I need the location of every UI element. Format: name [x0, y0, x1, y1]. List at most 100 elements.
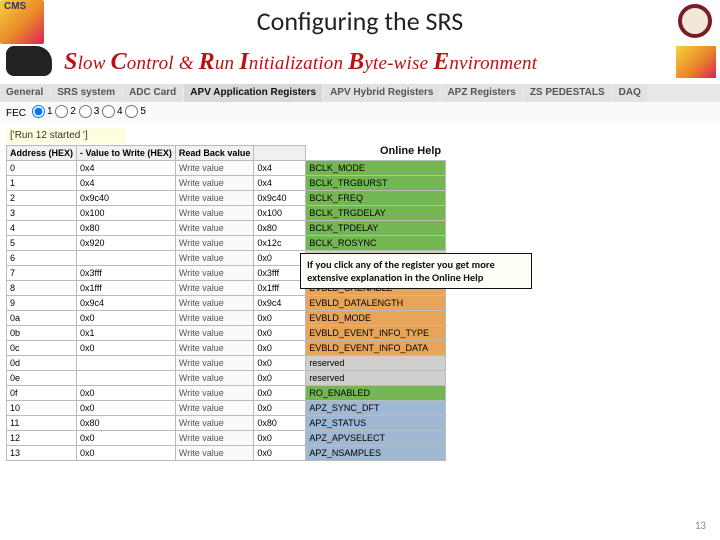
write-value-button[interactable]: Write value — [175, 356, 254, 371]
write-value-button[interactable]: Write value — [175, 236, 254, 251]
register-name-apz_apvselect[interactable]: APZ_APVSELECT — [306, 431, 446, 446]
cell-address: 2 — [7, 191, 77, 206]
cell-hex-value[interactable] — [77, 356, 176, 371]
table-row: 30x100Write value0x100BCLK_TRGDELAY — [7, 206, 446, 221]
university-seal-icon — [678, 4, 712, 38]
fec-option-3[interactable]: 3 — [79, 105, 100, 118]
write-value-button[interactable]: Write value — [175, 401, 254, 416]
cell-address: 5 — [7, 236, 77, 251]
register-name-bclk_trgburst[interactable]: BCLK_TRGBURST — [306, 176, 446, 191]
tab-apz-registers[interactable]: APZ Registers — [441, 84, 521, 102]
cell-readback: 0x0 — [254, 431, 306, 446]
cell-hex-value[interactable]: 0x1fff — [77, 281, 176, 296]
write-value-button[interactable]: Write value — [175, 416, 254, 431]
register-name-bclk_rosync[interactable]: BCLK_ROSYNC — [306, 236, 446, 251]
cms-logo-small-icon — [676, 46, 716, 78]
write-value-button[interactable]: Write value — [175, 176, 254, 191]
write-value-button[interactable]: Write value — [175, 161, 254, 176]
register-name-evbld_datalength[interactable]: EVBLD_DATALENGTH — [306, 296, 446, 311]
cell-readback: 0x9c4 — [254, 296, 306, 311]
table-row: 40x80Write value0x80BCLK_TPDELAY — [7, 221, 446, 236]
write-value-button[interactable]: Write value — [175, 206, 254, 221]
cell-hex-value[interactable]: 0x0 — [77, 341, 176, 356]
fec-option-1[interactable]: 1 — [32, 105, 53, 118]
table-header — [254, 146, 306, 161]
register-name-reserved[interactable]: reserved — [306, 356, 446, 371]
register-name-bclk_freq[interactable]: BCLK_FREQ — [306, 191, 446, 206]
cell-hex-value[interactable]: 0x0 — [77, 311, 176, 326]
tab-daq[interactable]: DAQ — [613, 84, 647, 102]
fec-radio-1[interactable] — [32, 105, 45, 118]
cell-readback: 0x100 — [254, 206, 306, 221]
tab-srs-system[interactable]: SRS system — [51, 84, 121, 102]
write-value-button[interactable]: Write value — [175, 341, 254, 356]
cell-hex-value[interactable]: 0x9c40 — [77, 191, 176, 206]
callout-tooltip: If you click any of the register you get… — [300, 253, 532, 289]
cell-address: 7 — [7, 266, 77, 281]
cell-hex-value[interactable] — [77, 251, 176, 266]
fec-option-2[interactable]: 2 — [55, 105, 76, 118]
table-row: 110x80Write value0x80APZ_STATUS — [7, 416, 446, 431]
fec-option-5[interactable]: 5 — [125, 105, 146, 118]
cell-hex-value[interactable]: 0x4 — [77, 161, 176, 176]
write-value-button[interactable]: Write value — [175, 191, 254, 206]
cell-hex-value[interactable]: 0x920 — [77, 236, 176, 251]
cell-address: 6 — [7, 251, 77, 266]
table-row: 00x4Write value0x4BCLK_MODE — [7, 161, 446, 176]
register-name-apz_status[interactable]: APZ_STATUS — [306, 416, 446, 431]
table-row: 0f0x0Write value0x0RO_ENABLED — [7, 386, 446, 401]
register-name-evbld_event_info_type[interactable]: EVBLD_EVENT_INFO_TYPE — [306, 326, 446, 341]
write-value-button[interactable]: Write value — [175, 221, 254, 236]
cell-hex-value[interactable]: 0x80 — [77, 416, 176, 431]
page-number: 13 — [695, 519, 706, 532]
run-status-message: ['Run 12 started '] — [6, 128, 126, 143]
table-row: 90x9c4Write value0x9c4EVBLD_DATALENGTH — [7, 296, 446, 311]
write-value-button[interactable]: Write value — [175, 266, 254, 281]
cell-hex-value[interactable]: 0x0 — [77, 386, 176, 401]
register-name-apz_sync_dft[interactable]: APZ_SYNC_DFT — [306, 401, 446, 416]
register-name-apz_nsamples[interactable]: APZ_NSAMPLES — [306, 446, 446, 461]
tab-zs-pedestals[interactable]: ZS PEDESTALS — [524, 84, 611, 102]
write-value-button[interactable]: Write value — [175, 326, 254, 341]
write-value-button[interactable]: Write value — [175, 371, 254, 386]
register-name-bclk_trgdelay[interactable]: BCLK_TRGDELAY — [306, 206, 446, 221]
write-value-button[interactable]: Write value — [175, 296, 254, 311]
tab-apv-application-registers[interactable]: APV Application Registers — [184, 84, 322, 102]
write-value-button[interactable]: Write value — [175, 281, 254, 296]
register-name-ro_enabled[interactable]: RO_ENABLED — [306, 386, 446, 401]
fec-option-4[interactable]: 4 — [102, 105, 123, 118]
tab-apv-hybrid-registers[interactable]: APV Hybrid Registers — [324, 84, 439, 102]
cell-hex-value[interactable]: 0x80 — [77, 221, 176, 236]
cell-hex-value[interactable]: 0x9c4 — [77, 296, 176, 311]
register-name-evbld_mode[interactable]: EVBLD_MODE — [306, 311, 446, 326]
fec-radio-2[interactable] — [55, 105, 68, 118]
cell-hex-value[interactable]: 0x4 — [77, 176, 176, 191]
cell-hex-value[interactable] — [77, 371, 176, 386]
write-value-button[interactable]: Write value — [175, 386, 254, 401]
write-value-button[interactable]: Write value — [175, 251, 254, 266]
register-name-bclk_mode[interactable]: BCLK_MODE — [306, 161, 446, 176]
write-value-button[interactable]: Write value — [175, 446, 254, 461]
register-name-bclk_tpdelay[interactable]: BCLK_TPDELAY — [306, 221, 446, 236]
tab-general[interactable]: General — [0, 84, 49, 102]
cell-readback: 0x0 — [254, 311, 306, 326]
cell-hex-value[interactable]: 0x0 — [77, 401, 176, 416]
tab-adc-card[interactable]: ADC Card — [123, 84, 182, 102]
register-name-evbld_event_info_data[interactable]: EVBLD_EVENT_INFO_DATA — [306, 341, 446, 356]
cell-readback: 0x4 — [254, 161, 306, 176]
table-row: 0b0x1Write value0x0EVBLD_EVENT_INFO_TYPE — [7, 326, 446, 341]
register-name-reserved[interactable]: reserved — [306, 371, 446, 386]
cell-hex-value[interactable]: 0x100 — [77, 206, 176, 221]
cell-hex-value[interactable]: 0x3fff — [77, 266, 176, 281]
write-value-button[interactable]: Write value — [175, 431, 254, 446]
cell-hex-value[interactable]: 0x1 — [77, 326, 176, 341]
table-row: 100x0Write value0x0APZ_SYNC_DFT — [7, 401, 446, 416]
fec-radio-4[interactable] — [102, 105, 115, 118]
fec-radio-3[interactable] — [79, 105, 92, 118]
cell-hex-value[interactable]: 0x0 — [77, 431, 176, 446]
fec-radio-5[interactable] — [125, 105, 138, 118]
cell-address: 4 — [7, 221, 77, 236]
cell-hex-value[interactable]: 0x0 — [77, 446, 176, 461]
write-value-button[interactable]: Write value — [175, 311, 254, 326]
table-row: 50x920Write value0x12cBCLK_ROSYNC — [7, 236, 446, 251]
